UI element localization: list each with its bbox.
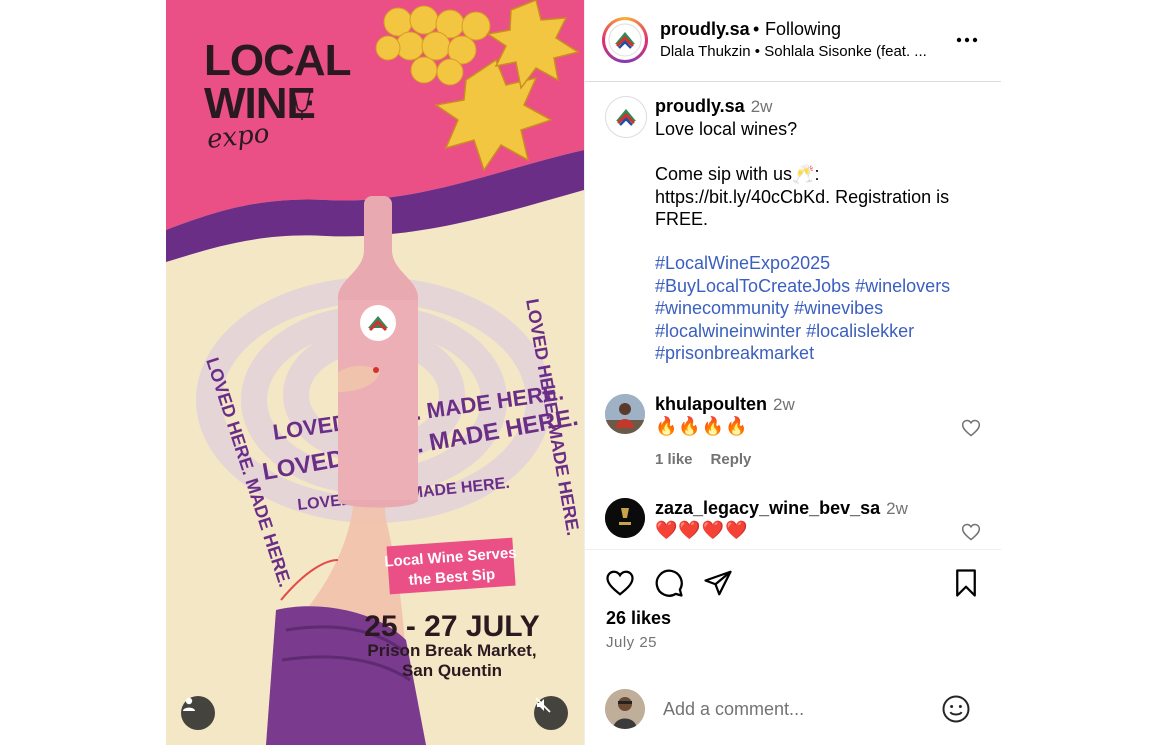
caption-username[interactable]: proudly.sa 2w — [655, 96, 772, 117]
post-header: proudly.sa • Following Dlala Thukzin • S… — [585, 0, 1001, 82]
event-venue-2: San Quentin — [402, 661, 502, 680]
comment-time: 2w — [773, 395, 795, 414]
comment-username[interactable]: zaza_legacy_wine_bev_sa 2w — [655, 498, 908, 519]
comment-like-heart-icon[interactable] — [961, 522, 981, 542]
caption-line2: Come sip with us🥂: — [655, 164, 820, 184]
user-tag-icon — [183, 697, 195, 711]
caption-time: 2w — [750, 97, 773, 116]
audio-info[interactable]: Dlala Thukzin • Sohlala Sisonke (feat. .… — [660, 43, 927, 60]
event-dates: 25 - 27 JULY — [364, 610, 540, 643]
caption-line4: FREE. — [655, 209, 709, 229]
hashtag-link[interactable]: #localwineinwinter — [655, 321, 801, 341]
comment-time: 2w — [886, 499, 908, 518]
author-avatar[interactable] — [602, 17, 648, 63]
caption-username-text[interactable]: proudly.sa — [655, 96, 745, 116]
commenter-avatar[interactable] — [605, 498, 645, 538]
wine-expo-poster: LOCAL WINE expo LOVED HERE. MADE HERE. L… — [166, 0, 584, 745]
emoji-icon[interactable] — [941, 694, 971, 724]
hashtag-link[interactable]: #winelovers — [855, 276, 950, 296]
zaza-logo-icon — [605, 498, 645, 538]
caption-line1: Love local wines? — [655, 119, 798, 139]
post-media[interactable]: LOCAL WINE expo LOVED HERE. MADE HERE. L… — [166, 0, 584, 745]
audio-artist: Dlala Thukzin — [660, 43, 751, 60]
current-user-avatar[interactable] — [605, 689, 645, 729]
instagram-post: LOCAL WINE expo LOVED HERE. MADE HERE. L… — [166, 0, 1001, 745]
audio-separator: • — [754, 43, 761, 60]
hashtag-link[interactable]: #winecommunity — [655, 298, 789, 318]
likes-count[interactable]: 26 likes — [606, 608, 671, 629]
share-send-icon[interactable] — [703, 568, 733, 598]
comment-username-text[interactable]: khulapoulten — [655, 394, 767, 414]
audio-track: Sohlala Sisonke (feat. ... — [764, 43, 927, 60]
comment-text: 🔥🔥🔥🔥 — [655, 416, 749, 436]
caption-text: Love local wines? Come sip with us🥂: htt… — [655, 118, 975, 231]
author-username[interactable]: proudly.sa — [660, 19, 750, 40]
post-actions: 26 likes July 25 — [585, 549, 1001, 746]
comment-username-text[interactable]: zaza_legacy_wine_bev_sa — [655, 498, 880, 518]
hashtag-link[interactable]: #localislekker — [806, 321, 914, 341]
hashtag-link[interactable]: #BuyLocalToCreateJobs — [655, 276, 850, 296]
commenter-photo-icon — [605, 394, 645, 434]
proudly-sa-logo-icon — [616, 109, 636, 126]
current-user-photo-icon — [605, 689, 645, 729]
reply-button[interactable]: Reply — [711, 451, 752, 468]
comment-text: ❤️❤️❤️❤️ — [655, 520, 749, 540]
header-separator: • — [753, 19, 760, 39]
add-comment-input[interactable] — [661, 695, 925, 723]
following-button[interactable]: Following — [765, 19, 841, 40]
more-options-icon[interactable] — [955, 28, 979, 52]
proudly-sa-logo-icon — [608, 23, 642, 57]
comment-icon[interactable] — [654, 568, 684, 598]
hashtag-link[interactable]: #winevibes — [794, 298, 883, 318]
tagged-users-button[interactable] — [181, 696, 215, 730]
comment-like-heart-icon[interactable] — [961, 418, 981, 438]
comment-likes-count[interactable]: 1 like — [655, 451, 693, 468]
add-comment-row — [585, 683, 1001, 743]
like-heart-icon[interactable] — [605, 568, 635, 598]
caption-line3: https://bit.ly/40cCbKd. Registration is — [655, 186, 950, 207]
mute-toggle-button[interactable] — [534, 696, 568, 730]
comments-area[interactable]: proudly.sa 2w Love local wines? Come sip … — [585, 81, 1001, 549]
post-date[interactable]: July 25 — [606, 634, 657, 651]
commenter-avatar[interactable] — [605, 394, 645, 434]
comment-meta: 1 like Reply — [655, 451, 769, 468]
muted-speaker-icon — [535, 697, 551, 713]
comment-username[interactable]: khulapoulten 2w — [655, 394, 795, 415]
hashtag-link[interactable]: #LocalWineExpo2025 — [655, 253, 830, 273]
hashtag-link[interactable]: #prisonbreakmarket — [655, 343, 814, 363]
poster-title-local: LOCAL — [204, 36, 351, 85]
event-venue-1: Prison Break Market, — [367, 641, 536, 660]
bookmark-icon[interactable] — [951, 568, 981, 598]
caption-author-avatar[interactable] — [605, 96, 647, 138]
post-details-panel: proudly.sa • Following Dlala Thukzin • S… — [584, 0, 1001, 745]
caption-hashtags: #LocalWineExpo2025 #BuyLocalToCreateJobs… — [655, 252, 985, 365]
